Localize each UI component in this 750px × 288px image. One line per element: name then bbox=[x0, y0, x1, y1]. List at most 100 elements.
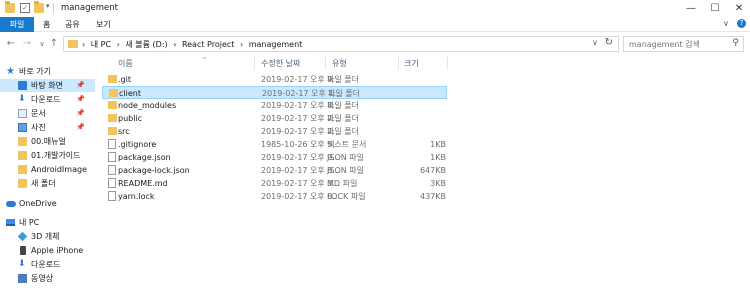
up-button[interactable]: ↑ bbox=[47, 37, 61, 51]
tab-share[interactable]: 공유 bbox=[58, 17, 87, 32]
file-name: README.md bbox=[118, 179, 168, 188]
file-size: 1KB bbox=[430, 153, 446, 162]
minimize-button[interactable]: — bbox=[679, 1, 703, 16]
breadcrumb-item-react-project[interactable]: React Project bbox=[182, 40, 234, 49]
sidebar-item-label: 00.매뉴얼 bbox=[31, 137, 66, 146]
file-type: 텍스트 문서 bbox=[327, 140, 367, 149]
column-separator[interactable] bbox=[325, 57, 326, 70]
sidebar-item-documents[interactable]: 문서 📌 bbox=[0, 107, 95, 120]
address-row: ← → ∨ ↑ › 내 PC › 새 볼륨 (D:) › React Proje… bbox=[0, 33, 750, 55]
column-separator[interactable] bbox=[447, 57, 448, 70]
tab-home[interactable]: 홈 bbox=[36, 17, 57, 32]
folder-icon bbox=[68, 40, 78, 48]
sidebar-item-3d-objects[interactable]: 3D 개체 bbox=[0, 230, 95, 243]
breadcrumb-item-volume[interactable]: 새 볼륨 (D:) bbox=[125, 40, 167, 49]
window-title: management bbox=[61, 3, 118, 13]
sidebar-item-manual[interactable]: 00.매뉴얼 bbox=[0, 135, 95, 148]
pin-icon[interactable]: 📌 bbox=[76, 93, 85, 106]
pin-icon[interactable]: 📌 bbox=[76, 107, 85, 120]
sidebar-item-desktop[interactable]: 바탕 화면 📌 bbox=[0, 79, 95, 92]
tab-file[interactable]: 파일 bbox=[0, 17, 34, 32]
sidebar-item-label: 바탕 화면 bbox=[31, 81, 63, 90]
new-folder-icon[interactable] bbox=[34, 1, 44, 13]
column-separator[interactable] bbox=[398, 57, 399, 70]
quick-access-dropdown[interactable]: ▾ bbox=[46, 2, 50, 10]
sidebar-item-videos[interactable]: 동영상 bbox=[0, 272, 95, 285]
breadcrumb-separator[interactable]: › bbox=[240, 40, 243, 49]
file-icon bbox=[108, 139, 116, 149]
sidebar-item-android-image[interactable]: AndroidImage bbox=[0, 163, 95, 176]
sidebar-item-label: 동영상 bbox=[31, 274, 54, 283]
help-button[interactable]: ? bbox=[737, 19, 746, 28]
column-separator[interactable] bbox=[254, 57, 255, 70]
close-button[interactable]: ✕ bbox=[727, 1, 750, 16]
table-row[interactable]: node_modules 2019-02-17 오후 8... 파일 폴더 bbox=[102, 99, 447, 112]
table-row[interactable]: src 2019-02-17 오후 2... 파일 폴더 bbox=[102, 125, 447, 138]
table-row[interactable]: .gitignore 1985-10-26 오후 5... 텍스트 문서 1KB bbox=[102, 138, 447, 151]
column-header-date[interactable]: 수정한 날짜 bbox=[261, 57, 300, 70]
maximize-button[interactable]: ☐ bbox=[703, 1, 727, 16]
table-row[interactable]: package.json 2019-02-17 오후 9... JSON 파일 … bbox=[102, 151, 447, 164]
ribbon-collapse-button[interactable]: ∨ bbox=[723, 19, 729, 28]
folder-icon bbox=[18, 179, 27, 188]
tab-view[interactable]: 보기 bbox=[89, 17, 118, 32]
breadcrumb-separator[interactable]: › bbox=[173, 40, 176, 49]
sidebar-item-this-pc[interactable]: 내 PC bbox=[0, 216, 95, 229]
file-icon bbox=[108, 178, 116, 188]
file-type: MD 파일 bbox=[327, 179, 358, 188]
sidebar-item-pc-downloads[interactable]: ⬇ 다운로드 bbox=[0, 258, 95, 271]
sidebar-item-downloads[interactable]: ⬇ 다운로드 📌 bbox=[0, 93, 95, 106]
file-size: 3KB bbox=[430, 179, 446, 188]
column-header-size[interactable]: 크기 bbox=[404, 57, 419, 70]
sidebar-item-onedrive[interactable]: OneDrive bbox=[0, 197, 95, 210]
column-header-type[interactable]: 유형 bbox=[332, 57, 347, 70]
sidebar-item-dev-guide[interactable]: 01.개발가이드 bbox=[0, 149, 95, 162]
file-name: node_modules bbox=[118, 101, 177, 110]
file-name: package-lock.json bbox=[118, 166, 190, 175]
sidebar-item-new-folder[interactable]: 새 폴더 bbox=[0, 177, 95, 190]
pin-icon[interactable]: 📌 bbox=[76, 79, 85, 92]
search-input[interactable] bbox=[624, 37, 724, 51]
breadcrumb-separator[interactable]: › bbox=[117, 40, 120, 49]
sidebar-item-label: 사진 bbox=[31, 123, 46, 132]
back-button[interactable]: ← bbox=[4, 37, 18, 51]
column-header-name[interactable]: 이름 ^ bbox=[118, 57, 207, 70]
phone-icon bbox=[20, 246, 26, 255]
sidebar-item-quick-access[interactable]: ★ 바로 가기 bbox=[0, 65, 95, 78]
sidebar-item-pictures[interactable]: 사진 📌 bbox=[0, 121, 95, 134]
table-row[interactable]: yarn.lock 2019-02-17 오후 8... LOCK 파일 437… bbox=[102, 190, 447, 203]
sidebar-item-label: 3D 개체 bbox=[31, 232, 60, 241]
table-row[interactable]: README.md 2019-02-17 오후 3... MD 파일 3KB bbox=[102, 177, 447, 190]
table-row[interactable]: client 2019-02-17 오후 1... 파일 폴더 bbox=[102, 86, 447, 99]
sort-caret-icon: ^ bbox=[202, 57, 208, 64]
refresh-button[interactable]: ↻ bbox=[605, 37, 613, 48]
table-row[interactable]: public 2019-02-17 오후 2... 파일 폴더 bbox=[102, 112, 447, 125]
forward-button[interactable]: → bbox=[20, 37, 34, 51]
address-bar[interactable]: › 내 PC › 새 볼륨 (D:) › React Project › man… bbox=[63, 36, 619, 52]
file-size: 647KB bbox=[419, 166, 446, 175]
sidebar-item-label: 문서 bbox=[31, 109, 46, 118]
properties-icon[interactable]: ✓ bbox=[20, 3, 30, 13]
sidebar-item-apple-iphone[interactable]: Apple iPhone bbox=[0, 244, 95, 257]
cube-icon bbox=[17, 231, 28, 242]
file-type: 파일 폴더 bbox=[327, 127, 359, 136]
video-icon bbox=[18, 274, 27, 283]
table-row[interactable]: .git 2019-02-17 오후 9... 파일 폴더 bbox=[102, 73, 447, 86]
pin-icon[interactable]: 📌 bbox=[76, 121, 85, 134]
breadcrumb-separator[interactable]: › bbox=[82, 40, 85, 49]
address-dropdown-button[interactable]: ∨ bbox=[592, 38, 598, 47]
search-icon[interactable]: ⚲ bbox=[732, 38, 739, 48]
file-icon bbox=[108, 152, 116, 162]
file-icon bbox=[108, 191, 116, 201]
search-box[interactable]: ⚲ bbox=[623, 36, 744, 52]
pictures-icon bbox=[18, 123, 27, 132]
sidebar-item-label: 다운로드 bbox=[31, 260, 61, 269]
cloud-icon bbox=[6, 201, 16, 207]
breadcrumb-item-management[interactable]: management bbox=[249, 40, 303, 49]
folder-icon bbox=[108, 127, 117, 135]
table-row[interactable]: package-lock.json 2019-02-17 오후 8... JSO… bbox=[102, 164, 447, 177]
breadcrumb-item-pc[interactable]: 내 PC bbox=[91, 40, 111, 49]
file-type: 파일 폴더 bbox=[327, 101, 359, 110]
navigation-pane: ★ 바로 가기 바탕 화면 📌 ⬇ 다운로드 📌 문서 📌 사진 📌 00.매뉴… bbox=[0, 55, 95, 288]
sidebar-item-label: 01.개발가이드 bbox=[31, 151, 81, 160]
